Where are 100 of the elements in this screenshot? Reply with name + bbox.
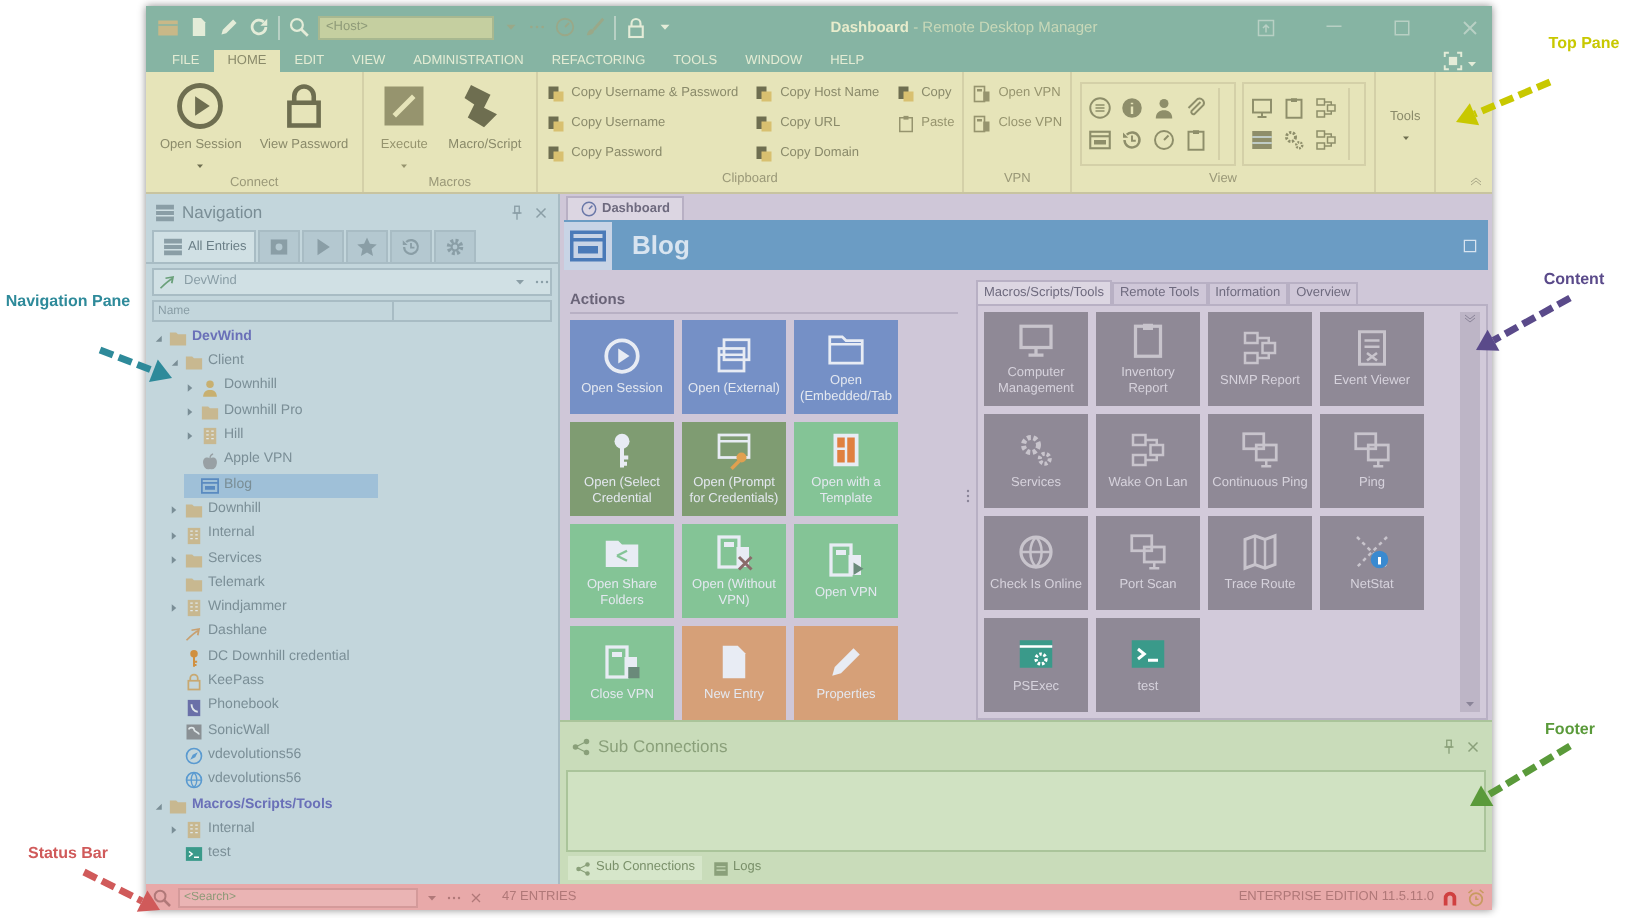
folder-icon [184,352,204,373]
close-icon [1464,737,1482,755]
pin-button[interactable] [508,203,526,221]
tab[interactable] [302,230,345,262]
collapsed-arrow-icon[interactable] [168,504,180,517]
person-icon [200,377,220,398]
close-button[interactable] [468,889,484,905]
gauge-icon [1152,128,1177,152]
compass-icon [184,746,204,767]
clipboard-icon [1128,320,1168,361]
magnet-button[interactable] [1440,887,1460,907]
refresh-icon [248,16,270,38]
clipboard-icon [895,113,916,133]
brush-icon [584,16,606,38]
alarm-clock-button[interactable] [1466,887,1486,907]
collapsed-arrow-icon[interactable] [168,824,180,837]
search-icon [288,16,310,38]
expanded-arrow-icon[interactable] [152,332,164,345]
close-button[interactable] [532,203,550,221]
pencil-button[interactable] [218,16,240,38]
search-button[interactable] [288,16,310,38]
collapse-icon [1468,172,1484,188]
collapsed-arrow-icon[interactable] [184,406,196,419]
device-icon [714,532,754,573]
gears-icon [1016,430,1056,471]
pencil-icon [218,16,240,38]
document-icon [188,16,210,38]
annotation-label: Content [1541,270,1607,290]
collapsed-arrow-icon[interactable] [168,602,180,615]
copy-icon [545,113,566,133]
browser-button[interactable] [1088,128,1117,152]
padlock-button[interactable] [624,15,648,39]
tab[interactable] [258,230,301,262]
collapsed-arrow-icon[interactable] [184,430,196,443]
magnet-icon [1440,887,1460,907]
maximize-button[interactable] [1390,15,1414,39]
collapsed-arrow-icon[interactable] [168,529,180,542]
pin-button[interactable] [1440,737,1458,755]
close-icon [1458,15,1482,39]
caret-button[interactable] [1464,56,1480,72]
close-button[interactable] [1458,15,1482,39]
copy-icon [754,143,775,163]
restore-button[interactable] [1254,15,1278,39]
expanded-arrow-icon[interactable] [152,799,164,812]
history-icon [400,236,423,258]
maximize-icon [1460,235,1480,255]
screenshot-button[interactable] [1442,50,1464,72]
monitors-icon [1352,430,1392,471]
entry-title: Blog [632,227,692,264]
device-icon [972,83,993,103]
refresh-button[interactable] [248,16,270,38]
tab[interactable] [346,230,389,262]
apple-icon [200,451,220,472]
close-button[interactable] [1464,737,1482,755]
pin-icon [508,203,526,221]
search-icon [152,887,172,907]
monitor-icon [1250,96,1275,120]
monitors-icon [1128,532,1168,573]
network-icon [1240,328,1280,369]
building-icon [184,598,204,619]
caret-icon [1462,696,1478,712]
minimize-button[interactable] [1322,24,1346,30]
collapsed-arrow-icon[interactable] [168,553,180,566]
padlock-icon [624,15,648,39]
collapse-button[interactable] [1468,172,1484,188]
close-icon [468,889,484,905]
folder-icon [184,549,204,570]
network-icon [1314,128,1339,152]
device-icon [972,113,993,133]
wall-icon [184,721,204,742]
gauge-button[interactable] [554,16,576,38]
clipboard-icon [1282,96,1307,120]
document-button[interactable] [188,16,210,38]
network-icon [1314,96,1339,120]
windows-icon [714,336,754,377]
window-key-icon [714,430,754,471]
brush-button[interactable] [584,16,606,38]
paperclip-icon [1184,96,1209,120]
drawers-icon [1250,128,1275,152]
collapsed-arrow-icon[interactable] [184,381,196,394]
monitor-icon [1016,320,1056,361]
gauge-icon [554,16,576,38]
minimize-icon [1322,24,1346,30]
scrollbar[interactable] [1460,312,1480,712]
list-circle-button[interactable] [1088,96,1117,120]
search-button[interactable] [152,887,172,907]
copy-icon [754,113,775,133]
expanded-arrow-icon[interactable] [168,356,180,369]
play-icon [312,236,335,258]
history-icon [1120,128,1145,152]
tab[interactable] [390,230,433,262]
maximize-button[interactable] [1460,235,1480,255]
device-icon [602,642,642,683]
annotation-label: Top Pane [1546,34,1622,54]
tab[interactable] [434,230,477,262]
star-icon [356,236,379,258]
log-icon [711,859,730,877]
phone-icon [184,697,204,718]
copy-icon [545,143,566,163]
connections-icon [570,735,592,757]
